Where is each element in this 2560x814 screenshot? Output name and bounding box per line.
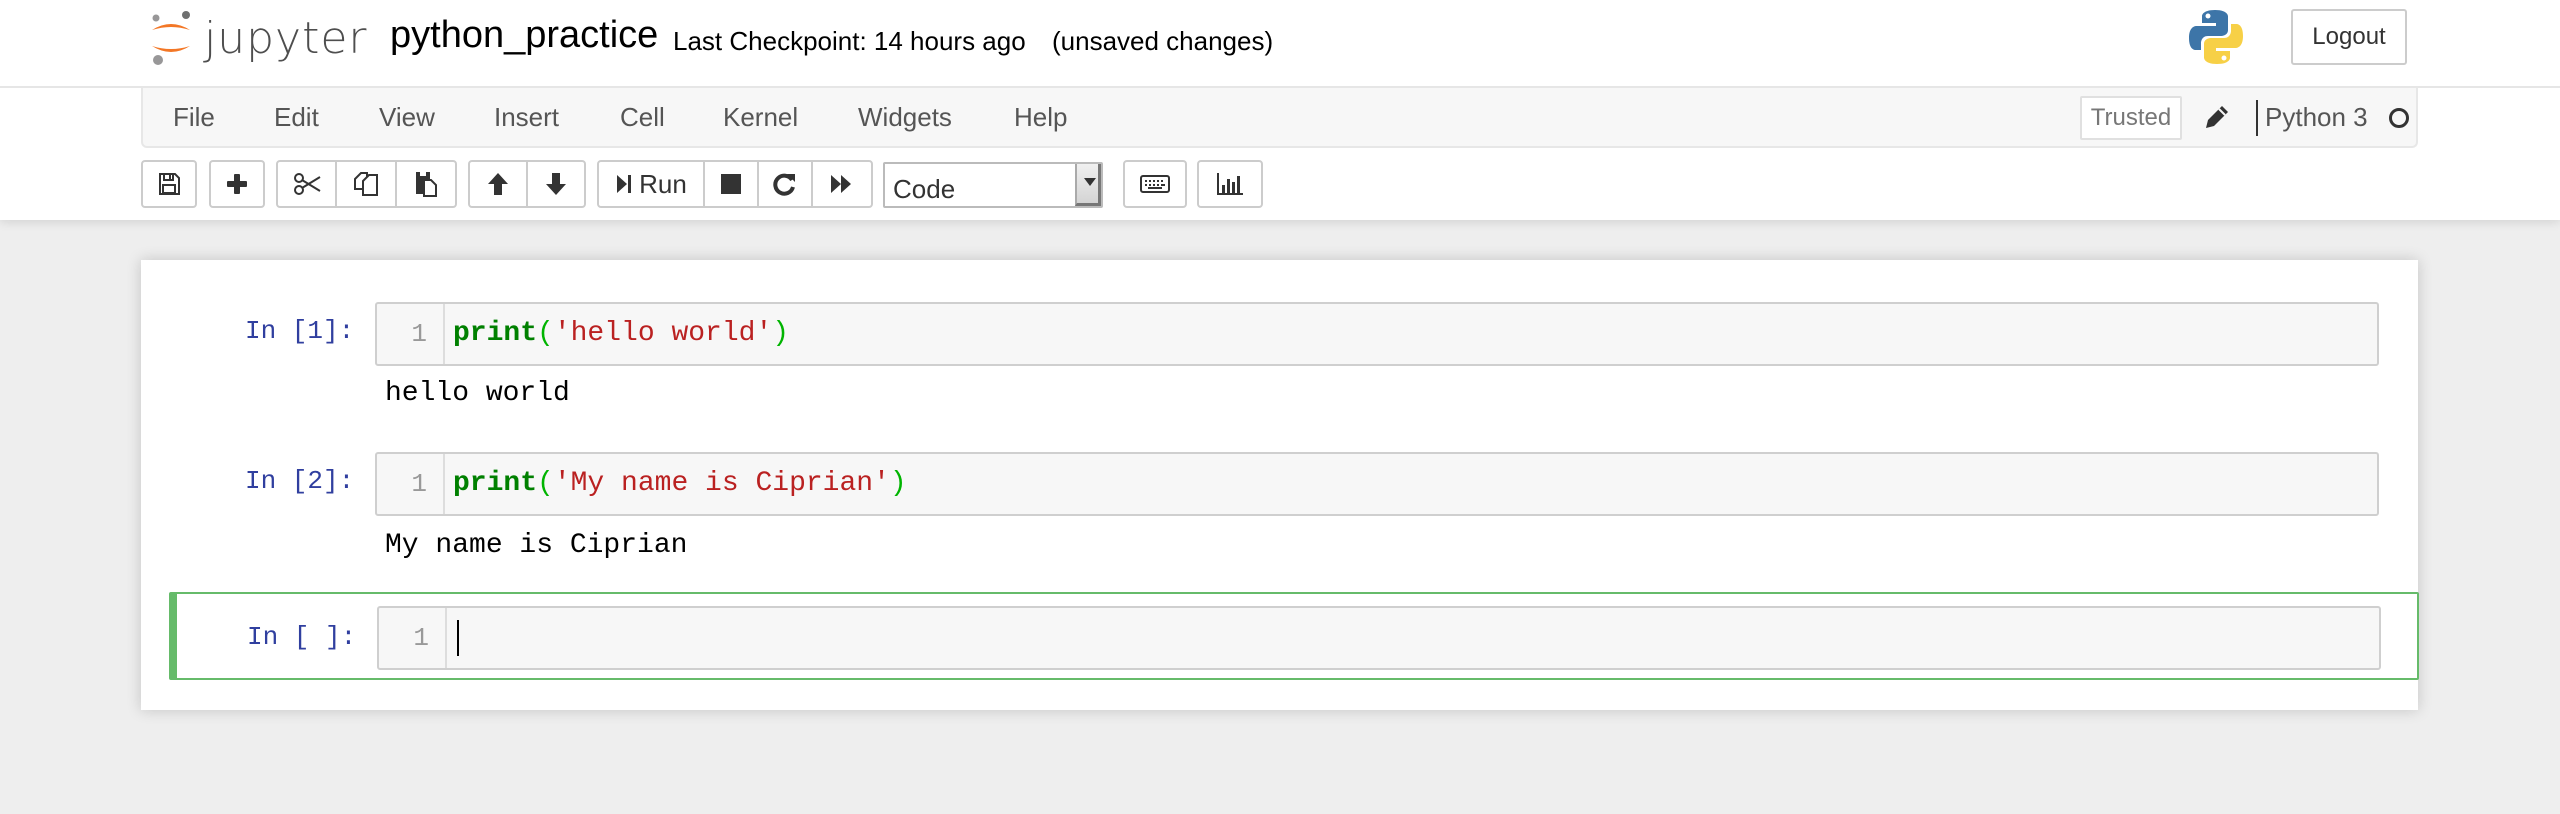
checkpoint-status: Last Checkpoint: 14 hours ago [673, 26, 1026, 56]
cell-output: hello world [385, 378, 570, 409]
code-cell[interactable]: In [2]: 1 print('My name is Ciprian') My… [169, 452, 2389, 572]
python-logo-icon [2189, 10, 2243, 64]
arrow-up-icon [488, 173, 508, 195]
arrow-down-icon [546, 173, 566, 195]
run-label: Run [639, 168, 687, 199]
input-prompt: In [ ]: [247, 622, 357, 652]
code-function: print [453, 318, 538, 349]
menubar: File Edit View Insert Cell Kernel Widget… [141, 88, 2418, 148]
text-cursor [457, 620, 459, 656]
interrupt-kernel-button[interactable] [703, 160, 759, 208]
line-number: 1 [379, 608, 447, 668]
menu-view[interactable]: View [379, 102, 435, 133]
code-string: 'hello world' [553, 318, 773, 349]
cell-type-select[interactable]: Code [883, 162, 1103, 208]
line-number: 1 [377, 454, 445, 514]
menu-cell[interactable]: Cell [620, 102, 665, 133]
insert-cell-below-button[interactable] [209, 160, 265, 208]
cell-output: My name is Ciprian [385, 530, 688, 561]
code-paren-close: ) [889, 468, 907, 499]
code-paren-open: ( [537, 318, 554, 349]
code-paren-close: ) [772, 318, 790, 349]
code-editor[interactable]: 1 print('hello world') [375, 302, 2379, 366]
kernel-idle-indicator-icon [2389, 108, 2409, 128]
restart-kernel-button[interactable] [757, 160, 813, 208]
trusted-notebook-indicator[interactable]: Trusted [2080, 96, 2182, 140]
code-string: 'My name is Ciprian' [553, 468, 890, 499]
selected-code-cell[interactable]: In [ ]: 1 [169, 592, 2419, 680]
kernel-name[interactable]: Python 3 [2265, 102, 2368, 133]
move-cell-down-button[interactable] [526, 160, 586, 208]
command-palette-button[interactable] [1123, 160, 1187, 208]
menu-edit[interactable]: Edit [274, 102, 319, 133]
fast-forward-icon [831, 175, 851, 193]
save-button[interactable] [141, 160, 197, 208]
notebook-name[interactable]: python_practice [390, 14, 658, 57]
code-editor[interactable]: 1 [377, 606, 2381, 670]
input-prompt: In [1]: [245, 316, 355, 346]
cell-toolbar-button[interactable] [1197, 160, 1263, 208]
notebook-container: In [1]: 1 print('hello world') hello wor… [141, 260, 2419, 710]
move-cell-up-button[interactable] [468, 160, 528, 208]
code-line[interactable]: print('hello world') [453, 304, 789, 364]
autosave-status: (unsaved changes) [1052, 26, 1274, 56]
chevron-down-icon [1075, 164, 1101, 206]
code-cell[interactable]: In [1]: 1 print('hello world') hello wor… [169, 302, 2389, 422]
scissors-icon [293, 173, 321, 195]
jupyter-logo-icon [152, 11, 190, 65]
cut-button[interactable] [276, 160, 337, 208]
jupyter-logo[interactable]: jupyter [148, 8, 368, 68]
stop-icon [721, 174, 741, 194]
input-prompt: In [2]: [245, 466, 355, 496]
menu-help[interactable]: Help [1014, 102, 1067, 133]
cell-type-value: Code [893, 174, 956, 204]
copy-button[interactable] [335, 160, 397, 208]
line-number: 1 [377, 304, 445, 364]
code-line[interactable]: print('My name is Ciprian') [453, 454, 907, 514]
code-paren-open: ( [537, 468, 554, 499]
menu-file[interactable]: File [173, 102, 215, 133]
paste-icon [416, 172, 437, 197]
bar-chart-icon [1217, 173, 1243, 195]
restart-run-all-button[interactable] [811, 160, 873, 208]
logout-button[interactable]: Logout [2291, 9, 2407, 65]
floppy-disk-icon [159, 173, 180, 195]
plus-icon [227, 174, 247, 194]
paste-button[interactable] [395, 160, 457, 208]
step-forward-icon [617, 175, 632, 193]
copy-icon [354, 172, 378, 196]
kernel-separator [2256, 100, 2258, 136]
menu-kernel[interactable]: Kernel [723, 102, 798, 133]
menu-insert[interactable]: Insert [494, 102, 559, 133]
restart-icon [773, 173, 795, 196]
notebook-header: jupyter python_practice Last Checkpoint:… [0, 0, 2560, 220]
code-editor[interactable]: 1 print('My name is Ciprian') [375, 452, 2379, 516]
keyboard-icon [1140, 175, 1170, 193]
header-top: jupyter python_practice Last Checkpoint:… [0, 0, 2560, 88]
run-cell-button[interactable]: Run [597, 160, 705, 208]
edit-mode-pencil-icon [2206, 106, 2228, 128]
logo-text: jupyter [204, 12, 368, 64]
code-function: print [453, 468, 538, 499]
menu-widgets[interactable]: Widgets [858, 102, 952, 133]
